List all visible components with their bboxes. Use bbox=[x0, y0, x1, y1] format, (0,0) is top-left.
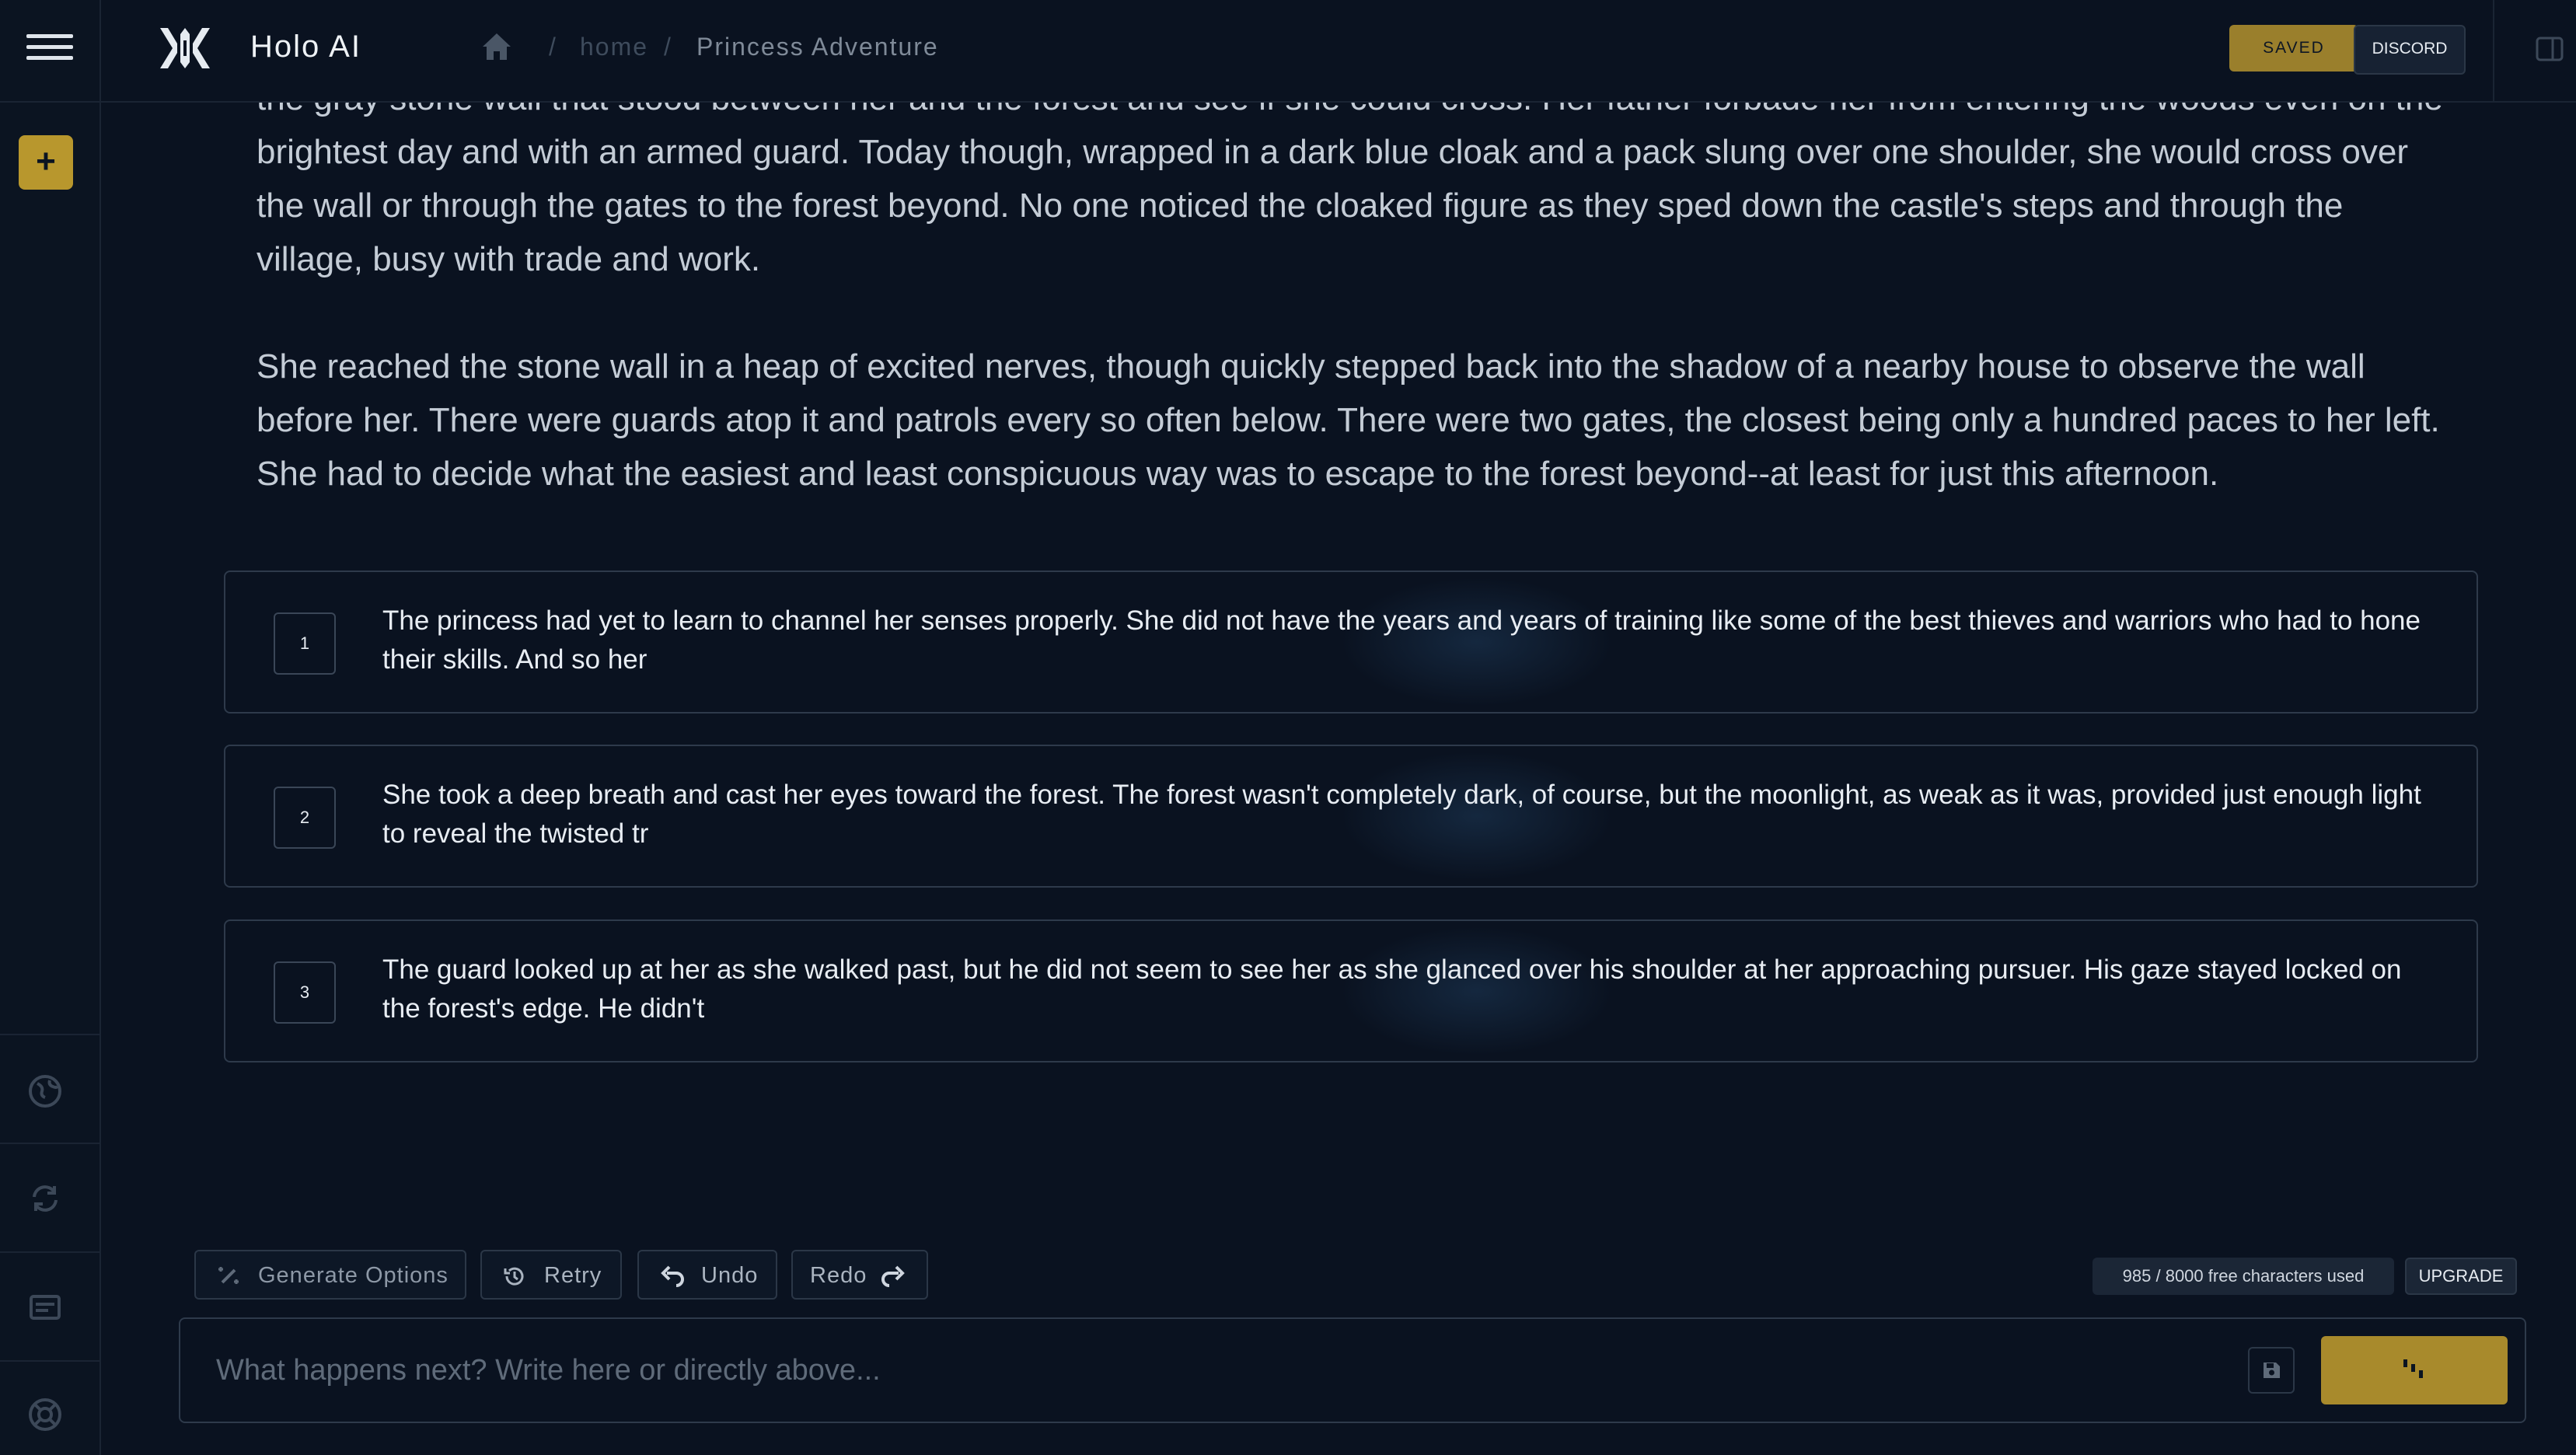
panel-toggle-icon[interactable] bbox=[2536, 36, 2564, 62]
loading-spinner-icon bbox=[2403, 1359, 2423, 1378]
divider bbox=[0, 1251, 99, 1253]
top-header: Holo AI / home / Princess Adventure SAVE… bbox=[101, 0, 2576, 103]
story-text[interactable]: the gray stone wall that stood between h… bbox=[257, 72, 2456, 554]
undo-label: Undo bbox=[701, 1263, 759, 1288]
undo-button[interactable]: Undo bbox=[637, 1250, 777, 1300]
divider bbox=[2493, 0, 2494, 101]
option-number: 2 bbox=[274, 787, 336, 849]
option-number: 3 bbox=[274, 961, 336, 1024]
breadcrumb-home[interactable]: home bbox=[580, 33, 648, 61]
world-icon[interactable] bbox=[26, 1073, 64, 1110]
retry-label: Retry bbox=[544, 1263, 602, 1288]
upgrade-button[interactable]: UPGRADE bbox=[2405, 1258, 2517, 1295]
magic-wand-icon bbox=[218, 1267, 239, 1284]
option-card-3[interactable]: 3 The guard looked up at her as she walk… bbox=[224, 919, 2478, 1062]
home-icon[interactable] bbox=[480, 31, 513, 62]
holo-logo-icon bbox=[160, 28, 210, 68]
character-usage-badge: 985 / 8000 free characters used bbox=[2093, 1258, 2394, 1295]
divider bbox=[0, 101, 99, 103]
history-icon bbox=[504, 1267, 524, 1286]
option-card-2[interactable]: 2 She took a deep breath and cast her ey… bbox=[224, 745, 2478, 888]
story-paragraph[interactable]: She reached the stone wall in a heap of … bbox=[257, 340, 2456, 501]
undo-icon bbox=[661, 1265, 684, 1287]
discord-button[interactable]: DISCORD bbox=[2354, 25, 2466, 75]
app-title: Holo AI bbox=[250, 30, 361, 64]
option-number: 1 bbox=[274, 612, 336, 675]
divider bbox=[0, 1360, 99, 1362]
breadcrumb-separator: / bbox=[664, 33, 671, 61]
save-draft-button[interactable] bbox=[2248, 1347, 2295, 1394]
option-text: The guard looked up at her as she walked… bbox=[382, 954, 2402, 1024]
card-icon[interactable] bbox=[26, 1289, 64, 1326]
generate-options-label: Generate Options bbox=[258, 1263, 449, 1288]
option-card-1[interactable]: 1 The princess had yet to learn to chann… bbox=[224, 570, 2478, 714]
redo-label: Redo bbox=[810, 1263, 867, 1288]
submit-button[interactable] bbox=[2321, 1336, 2508, 1404]
lifebuoy-icon[interactable] bbox=[26, 1396, 64, 1433]
redo-icon bbox=[881, 1265, 905, 1287]
option-text: The princess had yet to learn to channel… bbox=[382, 605, 2421, 675]
floppy-disk-icon bbox=[2264, 1363, 2280, 1378]
saved-status-button[interactable]: SAVED bbox=[2229, 25, 2358, 72]
retry-button[interactable]: Retry bbox=[480, 1250, 622, 1300]
story-paragraph[interactable]: the gray stone wall that stood between h… bbox=[257, 72, 2456, 286]
prompt-input[interactable] bbox=[215, 1342, 2394, 1398]
refresh-icon[interactable] bbox=[26, 1180, 64, 1217]
breadcrumb-separator: / bbox=[549, 33, 556, 61]
generate-options-button[interactable]: Generate Options bbox=[194, 1250, 466, 1300]
option-text: She took a deep breath and cast her eyes… bbox=[382, 780, 2421, 849]
breadcrumb-current: Princess Adventure bbox=[696, 33, 939, 61]
divider bbox=[0, 1143, 99, 1144]
divider bbox=[0, 1034, 99, 1035]
redo-button[interactable]: Redo bbox=[791, 1250, 928, 1300]
prompt-input-container bbox=[179, 1317, 2526, 1423]
new-story-button[interactable]: + bbox=[19, 135, 73, 190]
hamburger-menu-icon[interactable] bbox=[26, 34, 73, 65]
sidebar: + bbox=[0, 0, 101, 1455]
